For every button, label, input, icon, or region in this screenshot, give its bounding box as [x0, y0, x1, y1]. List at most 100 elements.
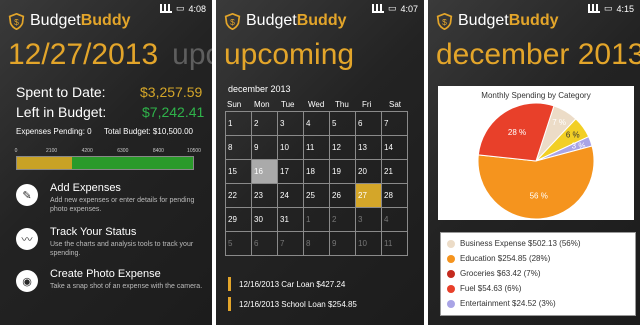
bill-item[interactable]: 12/16/2013 School Loan $254.85 [228, 297, 418, 311]
calendar-day[interactable]: 13 [355, 135, 382, 160]
weekday-label: Mon [254, 100, 270, 109]
calendar-day[interactable]: 9 [251, 135, 278, 160]
calendar-day[interactable]: 9 [329, 231, 356, 256]
calendar-day[interactable]: 11 [303, 135, 330, 160]
bill-marker [228, 297, 231, 311]
chart-icon: 〰 [16, 228, 38, 250]
brand-part1: Budget [246, 12, 297, 29]
weekday-label: Sun [227, 100, 242, 109]
calendar-day[interactable]: 4 [303, 111, 330, 136]
brand-part1: Budget [30, 12, 81, 29]
camera-icon: ◉ [16, 270, 38, 292]
budget-tick-label: 8400 [152, 148, 164, 154]
app-logo: $ Budget Buddy [8, 12, 131, 30]
calendar-day[interactable]: 2 [329, 207, 356, 232]
svg-text:$: $ [230, 16, 235, 26]
battery-icon: ▭ [387, 3, 397, 13]
bill-item[interactable]: 12/16/2013 Car Loan $427.24 [228, 277, 418, 291]
calendar-day[interactable]: 8 [303, 231, 330, 256]
pivot-header[interactable]: december 2013 [436, 38, 640, 72]
calendar-day[interactable]: 26 [329, 183, 356, 208]
pivot-header[interactable]: upcoming [224, 38, 354, 72]
svg-text:$: $ [14, 16, 19, 26]
calendar-day[interactable]: 10 [355, 231, 382, 256]
legend-label: Fuel $54.63 (6%) [460, 284, 522, 293]
calendar-day[interactable]: 27 [355, 183, 382, 208]
pivot-current[interactable]: december 2013 [436, 38, 640, 71]
calendar-day[interactable]: 8 [225, 135, 252, 160]
pie-label: 7 % [552, 118, 566, 127]
calendar-day[interactable]: 29 [225, 207, 252, 232]
calendar-day[interactable]: 3 [277, 111, 304, 136]
calendar-day[interactable]: 21 [381, 159, 408, 184]
calendar-day[interactable]: 6 [251, 231, 278, 256]
legend-label: Business Expense $502.13 (56%) [460, 239, 581, 248]
calendar-day[interactable]: 2 [251, 111, 278, 136]
track-status-desc: Use the charts and analysis tools to tra… [50, 241, 194, 257]
upcoming-panel: ▭ 4:07 $ Budget Buddy upcoming december 2… [216, 0, 424, 325]
calendar-month: december 2013 [228, 84, 291, 94]
app-logo: $ Budget Buddy [436, 12, 559, 30]
calendar-day[interactable]: 19 [329, 159, 356, 184]
total-budget-label: Total Budget: $10,500.00 [104, 127, 193, 136]
add-expenses-action[interactable]: ✎ Add Expenses Add new expenses or enter… [16, 182, 202, 218]
budget-ticks: 0 2100 4200 6300 8400 10500 [15, 148, 201, 156]
calendar-day[interactable]: 6 [355, 111, 382, 136]
left-label: Left in Budget: [16, 104, 107, 120]
clock: 4:08 [188, 3, 206, 14]
legend-item: Fuel $54.63 (6%) [447, 284, 521, 293]
brand-part1: Budget [458, 12, 509, 29]
pivot-next[interactable]: upc [172, 38, 212, 71]
pivot-current[interactable]: 12/27/2013 [8, 38, 158, 71]
shield-dollar-icon: $ [224, 12, 241, 30]
photo-expense-action[interactable]: ◉ Create Photo Expense Take a snap shot … [16, 268, 202, 304]
bill-marker [228, 277, 231, 291]
pie-label: 6 % [566, 131, 580, 140]
budget-tick-label: 10500 [187, 148, 201, 154]
calendar-day[interactable]: 18 [303, 159, 330, 184]
svg-text:$: $ [442, 16, 447, 26]
left-value: $7,242.41 [142, 104, 205, 120]
calendar-day[interactable]: 7 [381, 111, 408, 136]
battery-icon: ▭ [175, 3, 185, 13]
calendar-day[interactable]: 17 [277, 159, 304, 184]
pivot-header[interactable]: 12/27/2013 upc [8, 38, 212, 72]
calendar-day[interactable]: 15 [225, 159, 252, 184]
calendar-day[interactable]: 11 [381, 231, 408, 256]
status-bar: ▭ 4:07 [371, 3, 418, 14]
calendar-day[interactable]: 1 [303, 207, 330, 232]
calendar-day[interactable]: 14 [381, 135, 408, 160]
calendar-day[interactable]: 24 [277, 183, 304, 208]
legend-swatch [447, 299, 455, 308]
spending-chart: Monthly Spending by Category 7 % 6 % 3 % 56… [438, 86, 634, 220]
calendar-day[interactable]: 30 [251, 207, 278, 232]
calendar-day[interactable]: 12 [329, 135, 356, 160]
weekday-label: Sat [389, 100, 402, 109]
legend-item: Entertainment $24.52 (3%) [447, 299, 556, 308]
calendar-day[interactable]: 22 [225, 183, 252, 208]
budget-tick-label: 6300 [117, 148, 129, 154]
track-status-action[interactable]: 〰 Track Your Status Use the charts and a… [16, 226, 202, 262]
calendar-day[interactable]: 20 [355, 159, 382, 184]
bar-spent-segment [17, 157, 72, 169]
calendar-day[interactable]: 31 [277, 207, 304, 232]
calendar-day[interactable]: 23 [251, 183, 278, 208]
calendar-day[interactable]: 10 [277, 135, 304, 160]
calendar-day[interactable]: 1 [225, 111, 252, 136]
shield-dollar-icon: $ [8, 12, 25, 30]
calendar-day[interactable]: 3 [355, 207, 382, 232]
weekday-label: Fri [362, 100, 372, 109]
pivot-current[interactable]: upcoming [224, 38, 354, 71]
calendar-day[interactable]: 25 [303, 183, 330, 208]
calendar-day[interactable]: 4 [381, 207, 408, 232]
calendar-day[interactable]: 16 [251, 159, 278, 184]
clock: 4:15 [616, 3, 634, 14]
calendar-day[interactable]: 5 [225, 231, 252, 256]
calendar-day[interactable]: 28 [381, 183, 408, 208]
signal-icon [587, 4, 600, 13]
calendar-day[interactable]: 5 [329, 111, 356, 136]
clock: 4:07 [400, 3, 418, 14]
add-expenses-desc: Add new expenses or enter details for pe… [50, 197, 195, 213]
calendar-day[interactable]: 7 [277, 231, 304, 256]
app-logo: $ Budget Buddy [224, 12, 347, 30]
